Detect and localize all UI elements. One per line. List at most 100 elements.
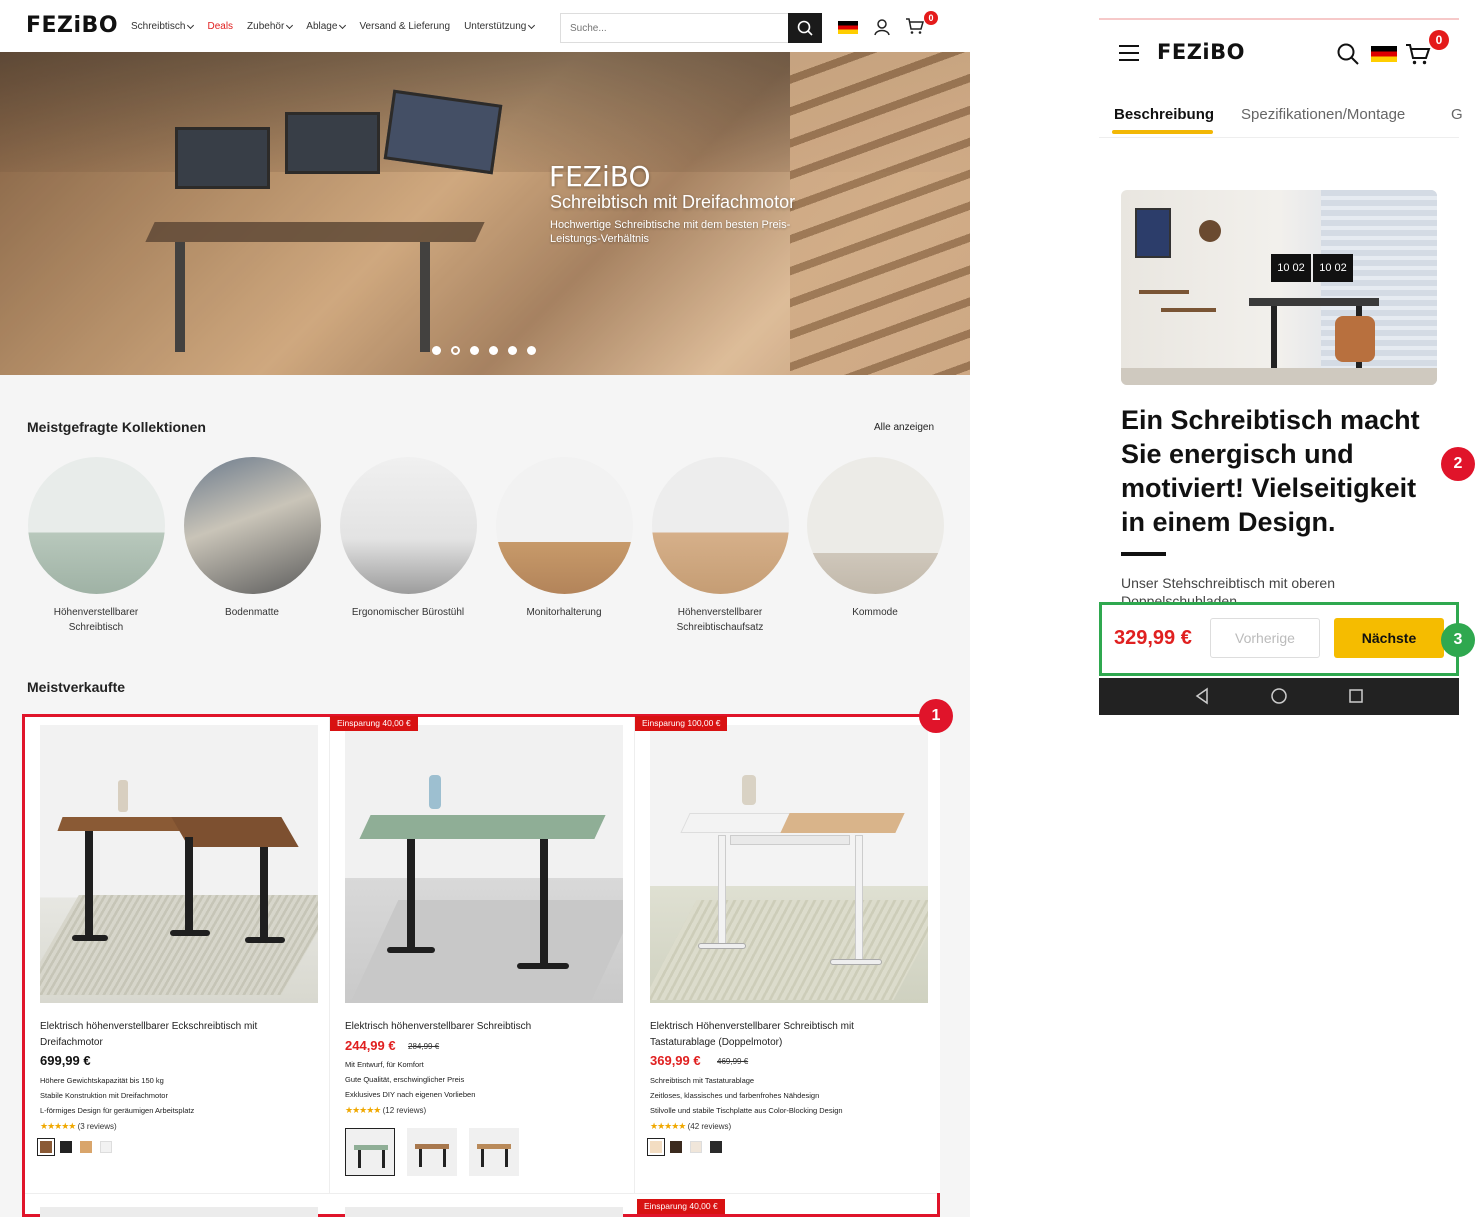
nav-menu-item[interactable]: Ablage: [306, 21, 347, 32]
chevron-down-icon: [339, 21, 347, 29]
review-count[interactable]: (3 reviews): [78, 1122, 117, 1131]
collection-item[interactable]: Monitorhalterung: [494, 457, 634, 620]
brand-logo[interactable]: FEZiBO: [26, 13, 118, 38]
tab-beschreibung[interactable]: Beschreibung: [1114, 106, 1214, 123]
collection-image[interactable]: [495, 457, 633, 594]
tab-spezifikationen[interactable]: Spezifikationen/Montage: [1241, 106, 1405, 123]
color-swatch[interactable]: [80, 1141, 92, 1153]
vase: [429, 775, 441, 809]
color-swatch[interactable]: [670, 1141, 682, 1153]
collection-item[interactable]: Höhenverstellbarer Schreibtischaufsatz: [650, 457, 790, 635]
active-tab-indicator: [1112, 130, 1213, 134]
color-swatch[interactable]: [100, 1141, 112, 1153]
carousel-dot[interactable]: [432, 346, 441, 355]
annotation-marker: 1: [919, 699, 953, 733]
carousel-dot[interactable]: [470, 346, 479, 355]
vase: [742, 775, 756, 805]
collection-item[interactable]: Höhenverstellbarer Schreibtisch: [26, 457, 166, 635]
german-flag-icon[interactable]: [838, 21, 858, 34]
color-swatch[interactable]: [647, 1138, 665, 1156]
tab-overflow[interactable]: G: [1451, 106, 1463, 123]
variant-thumbnail[interactable]: [407, 1128, 457, 1176]
desk-foot: [387, 947, 435, 953]
product-feature: Exklusives DIY nach eigenen Vorlieben: [345, 1090, 476, 1099]
nav-menu-item[interactable]: Unterstützung: [464, 21, 536, 32]
carousel-dot[interactable]: [527, 346, 536, 355]
german-flag-icon[interactable]: [1371, 46, 1397, 62]
nav-menu-item[interactable]: Deals: [207, 21, 233, 32]
color-swatch[interactable]: [37, 1138, 55, 1156]
product-name[interactable]: Elektrisch höhenverstellbarer Schreibtis…: [345, 1019, 615, 1035]
nav-menu-item[interactable]: Schreibtisch: [131, 21, 195, 32]
product-card[interactable]: Einsparung 100,00 € Elektrisch Höhenvers…: [635, 716, 940, 1193]
collection-label[interactable]: Höhenverstellbarer Schreibtisch: [26, 605, 166, 635]
collection-label[interactable]: Bodenmatte: [182, 605, 322, 620]
collection-item[interactable]: Kommode: [805, 457, 945, 620]
collection-label[interactable]: Kommode: [805, 605, 945, 620]
product-name[interactable]: Elektrisch Höhenverstellbarer Schreibtis…: [650, 1019, 920, 1051]
product-card[interactable]: Einsparung 40,00 € Elektrisch höhenverst…: [330, 716, 635, 1193]
nav-menu-item[interactable]: Zubehör: [247, 21, 294, 32]
carousel-dot[interactable]: [489, 346, 498, 355]
thumbnail-desk-leg: [505, 1149, 508, 1167]
product-image[interactable]: [650, 725, 928, 1003]
color-swatch[interactable]: [710, 1141, 722, 1153]
view-all-link[interactable]: Alle anzeigen: [874, 422, 934, 433]
product-image[interactable]: [40, 725, 318, 1003]
office-chair: [1335, 316, 1375, 362]
carousel-dot[interactable]: [508, 346, 517, 355]
search-input[interactable]: [561, 14, 789, 42]
cart-icon[interactable]: [1405, 42, 1431, 66]
android-navigation-bar: [1099, 678, 1459, 715]
product-name[interactable]: Elektrisch höhenverstellbarer Eckschreib…: [40, 1019, 310, 1051]
color-swatch[interactable]: [690, 1141, 702, 1153]
product-price: 329,99 €: [1114, 627, 1192, 649]
wall-shelf: [1139, 290, 1189, 294]
search-button[interactable]: [788, 13, 822, 43]
review-count[interactable]: (42 reviews): [688, 1122, 732, 1131]
collection-label[interactable]: Ergonomischer Bürostühl: [338, 605, 478, 620]
hero-banner[interactable]: FEZiBO Schreibtisch mit Dreifachmotor Ho…: [0, 52, 970, 375]
previous-button[interactable]: Vorherige: [1210, 618, 1320, 658]
carousel-dot[interactable]: [451, 346, 460, 355]
review-count[interactable]: (12 reviews): [383, 1106, 427, 1115]
product-feature: Höhere Gewichtskapazität bis 150 kg: [40, 1076, 164, 1085]
collection-label[interactable]: Monitorhalterung: [494, 605, 634, 620]
desk-foot: [830, 959, 882, 965]
back-icon[interactable]: [1194, 687, 1210, 705]
product-card[interactable]: Elektrisch höhenverstellbarer Eckschreib…: [25, 717, 330, 1193]
variant-thumbnail[interactable]: [469, 1128, 519, 1176]
recents-icon[interactable]: [1348, 687, 1364, 705]
star-rating-icon: ★★★★★: [345, 1105, 381, 1115]
search-icon[interactable]: [1336, 42, 1360, 66]
hamburger-menu-icon[interactable]: [1119, 45, 1139, 61]
collection-item[interactable]: Bodenmatte: [182, 457, 322, 620]
collection-label[interactable]: Höhenverstellbarer Schreibtischaufsatz: [650, 605, 790, 635]
monitor-right: 10 02: [1313, 254, 1353, 282]
cart-icon[interactable]: [905, 17, 925, 35]
star-rating-icon: ★★★★★: [650, 1121, 686, 1131]
hero-brand: FEZiBO: [549, 160, 651, 193]
thumbnail-desk-leg: [382, 1150, 385, 1168]
next-button[interactable]: Nächste: [1334, 618, 1444, 658]
collection-image[interactable]: [339, 457, 477, 594]
product-image[interactable]: [345, 1207, 623, 1217]
annotation-marker: 3: [1441, 623, 1475, 657]
color-swatch[interactable]: [60, 1141, 72, 1153]
product-price: 369,99 €: [650, 1053, 701, 1068]
desk-foot: [698, 943, 746, 949]
collection-image[interactable]: [27, 457, 165, 594]
user-icon[interactable]: [873, 18, 891, 36]
product-image[interactable]: [40, 1207, 318, 1217]
brand-logo[interactable]: FEZiBO: [1157, 40, 1245, 64]
product-image[interactable]: [345, 725, 623, 1003]
collection-image[interactable]: [806, 457, 944, 594]
chevron-down-icon: [187, 21, 195, 29]
home-icon[interactable]: [1270, 687, 1288, 705]
collection-image[interactable]: [651, 457, 789, 594]
nav-menu-item[interactable]: Versand & Lieferung: [359, 21, 450, 32]
collection-item[interactable]: Ergonomischer Bürostühl: [338, 457, 478, 620]
star-rating-icon: ★★★★★: [40, 1121, 76, 1131]
variant-thumbnail[interactable]: [345, 1128, 395, 1176]
collection-image[interactable]: [183, 457, 321, 594]
